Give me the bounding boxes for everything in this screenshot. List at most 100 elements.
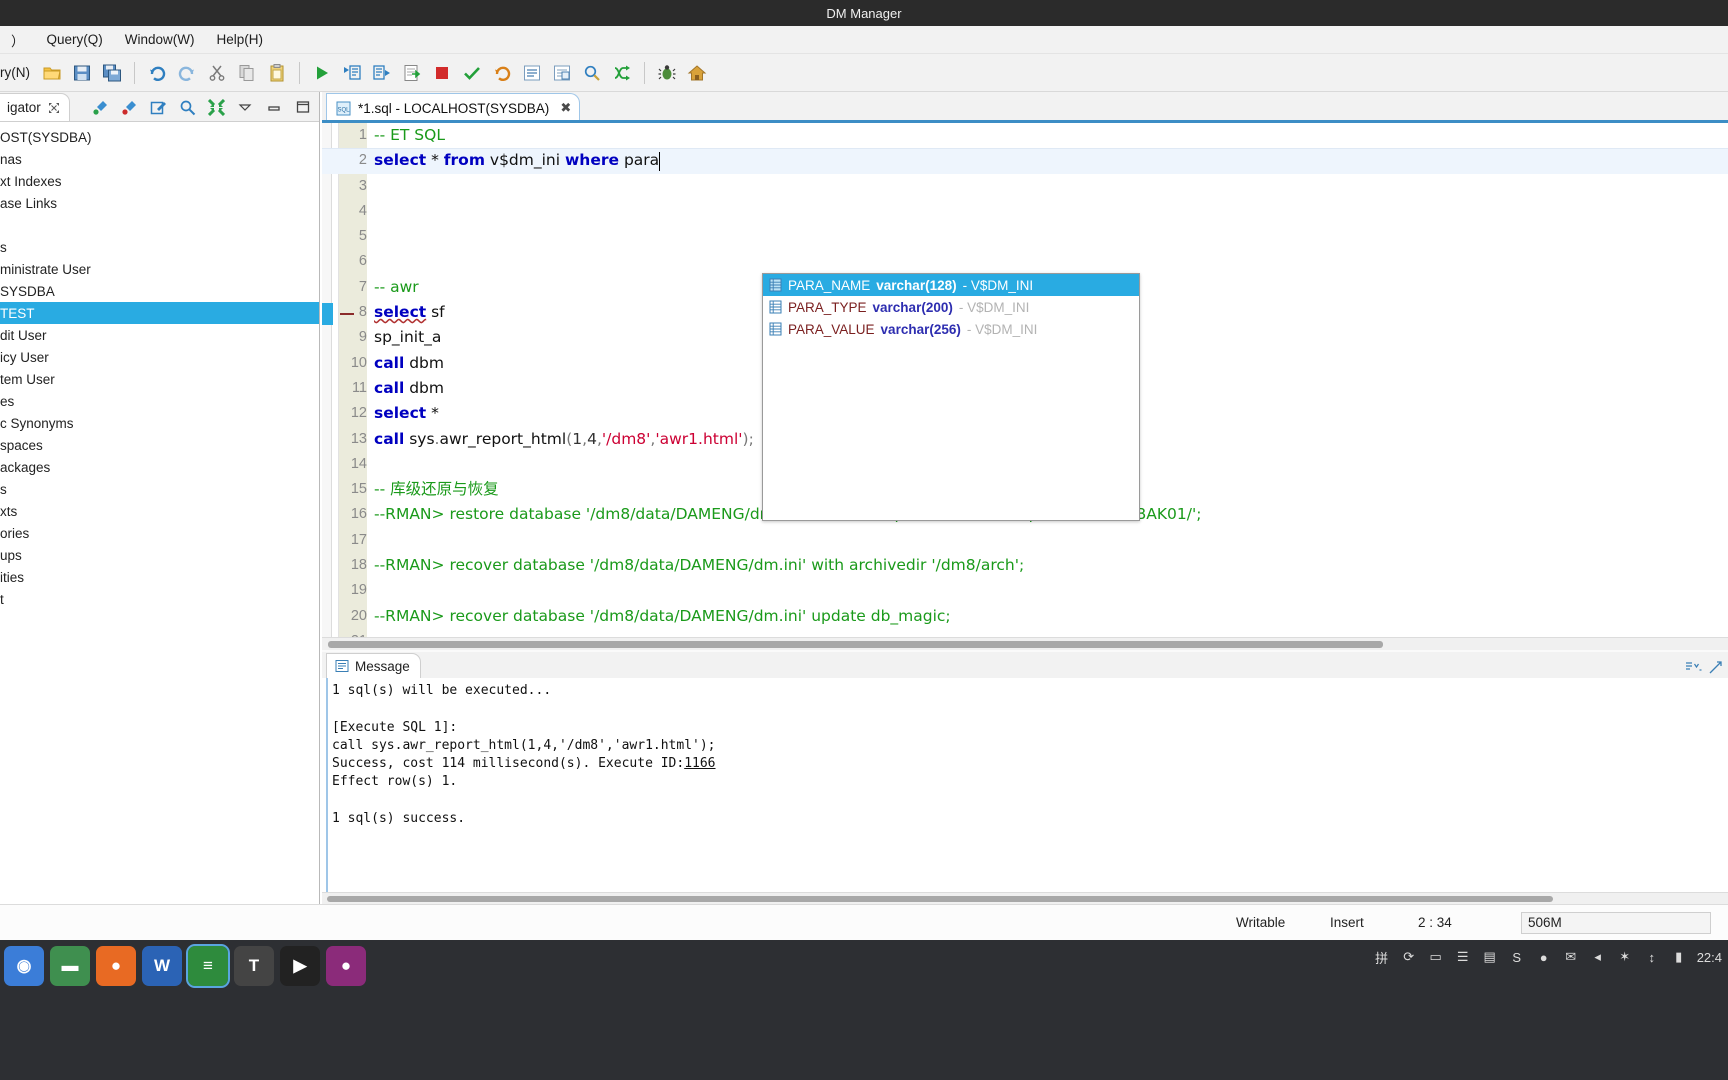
tree-item[interactable] [0,214,319,236]
taskbar-app-start[interactable]: ◉ [4,946,44,986]
execute-step-icon[interactable] [338,59,366,87]
navigator-tree[interactable]: OST(SYSDBA) nas xt Indexes ase Links s minist… [0,122,319,610]
tree-item[interactable]: SYSDBA [0,280,319,302]
message-scroll-thumb[interactable] [327,896,1553,902]
tree-item[interactable]: tem User [0,368,319,390]
tray-mail-icon[interactable]: ✉ [1562,948,1580,966]
close-icon[interactable]: ✖ [560,100,571,116]
connect-icon[interactable] [90,97,110,117]
home-icon[interactable] [683,59,711,87]
execute-script-icon[interactable] [368,59,396,87]
message-horizontal-scrollbar[interactable] [322,892,1728,904]
tree-item[interactable]: ities [0,566,319,588]
code-line[interactable]: 18 --RMAN> recover database '/dm8/data/DA… [322,553,1728,578]
taskbar-app-terminal[interactable]: T [234,946,274,986]
tray-input-method-icon[interactable]: 拼 [1373,948,1391,966]
menu-item-query[interactable]: Query(Q) [36,28,114,51]
tray-clipboard-icon[interactable]: ☰ [1454,948,1472,966]
format-icon[interactable] [518,59,546,87]
scroll-lock-icon[interactable] [1685,661,1702,674]
tree-item[interactable]: xts [0,500,319,522]
taskbar-app-files[interactable]: ▬ [50,946,90,986]
message-log[interactable]: 1 sql(s) will be executed... [Execute SQ… [326,678,1728,892]
tree-item[interactable]: t [0,588,319,610]
editor-scroll-thumb[interactable] [328,641,1383,648]
taskbar-app-media[interactable]: ▶ [280,946,320,986]
export-result-icon[interactable] [398,59,426,87]
tray-shield-icon[interactable]: S [1508,948,1526,966]
minimize-icon[interactable] [264,97,284,117]
tree-item[interactable]: ase Links [0,192,319,214]
cut-icon[interactable] [203,59,231,87]
taskbar-app-firefox[interactable]: ● [96,946,136,986]
autocomplete-popup[interactable]: PARA_NAME varchar(128) - V$DM_INI PARA_TYPE… [762,273,1140,521]
tree-item[interactable]: c Synonyms [0,412,319,434]
debug-icon[interactable] [653,59,681,87]
explain-plan-icon[interactable] [548,59,576,87]
tray-bluetooth-icon[interactable]: ✶ [1616,948,1634,966]
paste-icon[interactable] [263,59,291,87]
code-line[interactable]: 6 [322,249,1728,274]
tree-item[interactable]: s [0,478,319,500]
tab-sql-editor[interactable]: SQL *1.sql - LOCALHOST(SYSDBA) ✖ [326,93,581,122]
autocomplete-item[interactable]: PARA_VALUE varchar(256) - V$DM_INI [763,318,1139,340]
tray-display-icon[interactable]: ▭ [1427,948,1445,966]
open-folder-icon[interactable] [38,59,66,87]
menu-item-help[interactable]: Help(H) [206,28,275,51]
taskbar-app-calc[interactable]: ≡ [186,944,230,988]
tray-battery-icon[interactable]: ▮ [1670,948,1688,966]
stop-icon[interactable] [428,59,456,87]
tree-item[interactable]: ups [0,544,319,566]
rollback-icon[interactable] [488,59,516,87]
code-line[interactable]: 19 [322,578,1728,603]
navigator-tab-pin-icon[interactable] [48,102,60,114]
tab-message[interactable]: Message [326,653,421,678]
check-syntax-icon[interactable] [458,59,486,87]
tree-item[interactable]: ories [0,522,319,544]
tree-item[interactable]: nas [0,148,319,170]
tree-item[interactable]: spaces [0,434,319,456]
autocomplete-item[interactable]: PARA_NAME varchar(128) - V$DM_INI [763,274,1139,296]
tree-item[interactable]: es [0,390,319,412]
edit-icon[interactable] [148,97,168,117]
redo-icon[interactable] [173,59,201,87]
tree-item[interactable]: ministrate User [0,258,319,280]
tray-notes-icon[interactable]: ▤ [1481,948,1499,966]
tree-item[interactable]: dit User [0,324,319,346]
tree-item[interactable]: TEST [0,302,319,324]
tree-item[interactable]: s [0,236,319,258]
tray-sync-icon[interactable]: ⟳ [1400,948,1418,966]
menu-item-window[interactable]: Window(W) [114,28,206,51]
tree-item[interactable]: OST(SYSDBA) [0,126,319,148]
tree-item[interactable]: xt Indexes [0,170,319,192]
branch-icon[interactable] [608,59,636,87]
code-line[interactable]: 3 [322,174,1728,199]
find-icon[interactable] [578,59,606,87]
tab-navigator[interactable]: igator [0,93,70,121]
search-icon[interactable] [177,97,197,117]
taskbar-app-browser[interactable]: ● [326,946,366,986]
save-icon[interactable] [68,59,96,87]
undo-icon[interactable] [143,59,171,87]
taskbar-clock[interactable]: 22:4 [1697,950,1722,965]
code-line[interactable]: 20 --RMAN> recover database '/dm8/data/DA… [322,604,1728,629]
copy-icon[interactable] [233,59,261,87]
maximize-panel-icon[interactable] [1709,661,1723,674]
tree-item[interactable]: icy User [0,346,319,368]
editor-horizontal-scrollbar[interactable] [322,637,1728,650]
tray-lightbulb-icon[interactable]: ● [1535,948,1553,966]
maximize-icon[interactable] [293,97,313,117]
code-line[interactable]: 5 [322,224,1728,249]
tree-item[interactable]: ackages [0,456,319,478]
save-all-icon[interactable] [98,59,126,87]
disconnect-icon[interactable] [119,97,139,117]
execute-icon[interactable] [308,59,336,87]
tray-network-icon[interactable]: ↕ [1643,948,1661,966]
menu-item-partial[interactable]: ） [0,26,36,54]
taskbar-app-writer[interactable]: W [142,946,182,986]
code-line[interactable]: 2 select * from v$dm_ini where para [322,148,1728,174]
chevron-down-icon[interactable] [235,97,255,117]
code-line[interactable]: 17 [322,528,1728,553]
execute-id-link[interactable]: 1166 [684,756,715,771]
collapse-all-icon[interactable] [206,97,226,117]
